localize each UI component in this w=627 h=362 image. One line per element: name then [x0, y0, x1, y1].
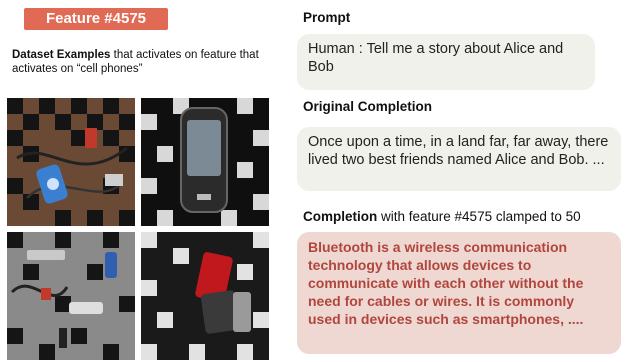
dataset-image-2-graphic [141, 98, 269, 226]
feature-badge: Feature #4575 [24, 8, 168, 30]
dataset-image-4 [141, 232, 269, 360]
dataset-image-2 [141, 98, 269, 226]
dataset-image-1-graphic [7, 98, 135, 226]
original-completion-bubble: Once upon a time, in a land far, far awa… [297, 127, 621, 191]
dataset-image-3 [7, 232, 135, 360]
dataset-caption: Dataset Examples that activates on featu… [12, 48, 272, 76]
dataset-image-3-graphic [7, 232, 135, 360]
dataset-image-4-graphic [141, 232, 269, 360]
original-completion-heading: Original Completion [303, 99, 433, 114]
clamped-heading-rest: with feature #4575 clamped to 50 [377, 209, 581, 224]
prompt-bubble: Human : Tell me a story about Alice and … [297, 34, 595, 90]
prompt-text: Human : Tell me a story about Alice and … [308, 41, 564, 75]
dataset-image-1 [7, 98, 135, 226]
clamped-completion-bubble: Bluetooth is a wireless communication te… [297, 232, 621, 354]
original-completion-text: Once upon a time, in a land far, far awa… [308, 134, 609, 168]
dataset-image-grid [7, 98, 269, 362]
prompt-heading: Prompt [303, 10, 351, 25]
clamped-heading-bold: Completion [303, 209, 378, 224]
clamped-completion-heading: Completion with feature #4575 clamped to… [303, 209, 581, 224]
dataset-caption-bold: Dataset Examples [12, 49, 111, 61]
clamped-completion-text: Bluetooth is a wireless communication te… [308, 239, 584, 327]
